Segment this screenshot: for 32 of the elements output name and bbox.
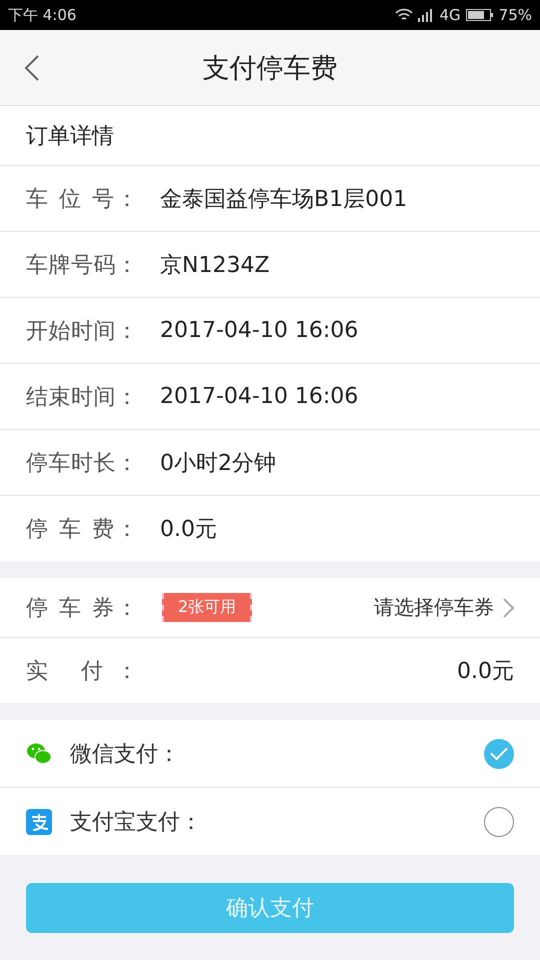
field-label: 实 付： — [26, 658, 138, 686]
network-type: 4G — [439, 6, 461, 24]
radio-button[interactable] — [484, 806, 514, 836]
field-label: 车牌号码： — [26, 252, 138, 280]
battery-icon — [466, 8, 494, 22]
field-value: 0小时2分钟 — [160, 450, 276, 478]
wallet-app-icon — [26, 808, 52, 834]
field-value: 0.0元 — [457, 658, 514, 686]
wifi-icon — [395, 8, 414, 22]
field-label: 停 车 费： — [26, 516, 138, 544]
field-value: 金泰国益停车场B1层001 — [160, 186, 408, 214]
coupon-select-link[interactable]: 请选择停车券 — [374, 594, 494, 621]
page-title: 支付停车费 — [202, 52, 338, 86]
payment-label: 支付宝支付： — [70, 808, 202, 836]
payment-label: 微信支付： — [70, 740, 180, 768]
field-label: 停车时长： — [26, 450, 138, 478]
coupon-badge: 2张可用 — [162, 593, 252, 622]
field-label: 开始时间： — [26, 318, 138, 346]
field-label: 结束时间： — [26, 384, 138, 412]
field-value: 0.0元 — [160, 516, 217, 544]
radio-button[interactable] — [484, 738, 514, 768]
status-time: 下午 4:06 — [8, 6, 76, 24]
battery-percent: 75% — [498, 6, 532, 24]
field-value: 2017-04-10 16:06 — [160, 318, 358, 343]
chevron-icon[interactable] — [502, 598, 514, 618]
field-label: 停 车 券： — [26, 594, 138, 622]
field-label: 车 位 号： — [26, 186, 138, 214]
section-title: 订单详情 — [26, 122, 114, 150]
field-value: 京N1234Z — [160, 252, 270, 280]
field-value: 2017-04-10 16:06 — [160, 384, 358, 409]
signal-icon — [418, 8, 434, 22]
back-icon[interactable] — [24, 55, 40, 81]
